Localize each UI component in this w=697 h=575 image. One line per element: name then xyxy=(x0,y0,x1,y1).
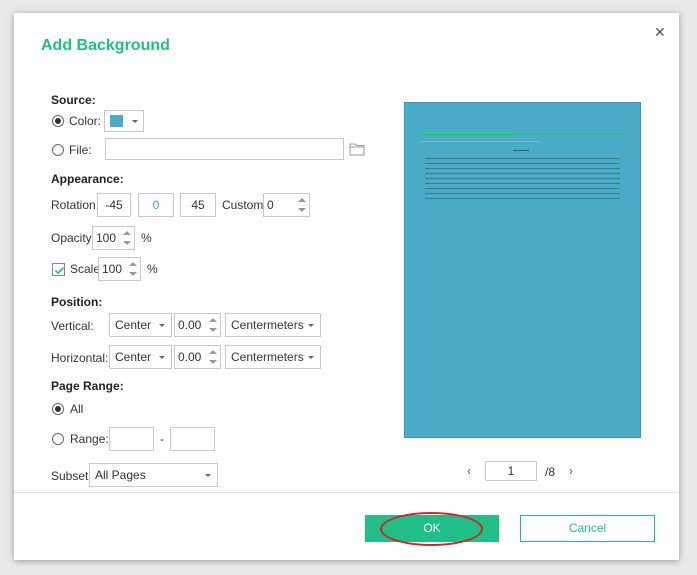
source-heading: Source: xyxy=(51,93,96,107)
page-preview xyxy=(404,102,641,438)
vertical-offset-value: 0.00 xyxy=(178,318,202,332)
page-range-range-radio[interactable] xyxy=(52,433,64,445)
vertical-align-select[interactable]: Center xyxy=(109,313,172,337)
page-range-all-radio[interactable] xyxy=(52,403,64,415)
horizontal-label: Horizontal: xyxy=(51,351,109,365)
scale-checkbox[interactable] xyxy=(52,263,65,276)
file-label: File: xyxy=(69,143,92,157)
close-icon[interactable]: ✕ xyxy=(654,24,666,41)
scale-unit: % xyxy=(147,262,158,276)
vertical-unit-value: Centermeters xyxy=(231,318,304,332)
opacity-stepper[interactable]: 100 xyxy=(92,226,135,250)
preview-text-mark xyxy=(513,150,529,151)
custom-label: Custom: xyxy=(222,198,267,212)
preview-text-mark xyxy=(425,173,620,174)
cancel-button[interactable]: Cancel xyxy=(520,515,655,542)
footer-divider xyxy=(14,492,679,493)
page-total: /8 xyxy=(545,465,556,479)
dialog-title: Add Background xyxy=(41,37,170,54)
folder-icon[interactable] xyxy=(349,142,365,156)
chevron-down-icon xyxy=(159,324,165,327)
preview-text-mark xyxy=(425,183,620,184)
page-range-range-label: Range: xyxy=(70,432,109,446)
chevron-down-icon xyxy=(308,324,314,327)
rotation-minus45-button[interactable]: -45 xyxy=(97,193,131,217)
range-to-input[interactable] xyxy=(170,427,215,451)
stepper-arrows-icon[interactable] xyxy=(208,316,218,334)
preview-text-mark xyxy=(425,188,620,189)
horizontal-align-select[interactable]: Center xyxy=(109,345,172,369)
chevron-right-icon[interactable]: › xyxy=(569,464,573,478)
file-radio[interactable] xyxy=(52,144,64,156)
subset-select[interactable]: All Pages xyxy=(89,463,218,487)
horizontal-offset-stepper[interactable]: 0.00 xyxy=(174,345,221,369)
preview-text-mark xyxy=(425,198,620,199)
scale-value: 100 xyxy=(102,262,123,276)
position-heading: Position: xyxy=(51,295,103,309)
preview-text-mark xyxy=(425,178,620,179)
preview-text-mark xyxy=(421,141,539,142)
opacity-unit: % xyxy=(141,231,152,245)
chevron-down-icon xyxy=(159,356,165,359)
vertical-offset-stepper[interactable]: 0.00 xyxy=(174,313,221,337)
custom-rotation-stepper[interactable]: 0 xyxy=(263,193,310,217)
vertical-align-value: Center xyxy=(115,318,152,332)
range-separator: - xyxy=(160,432,164,446)
range-from-input[interactable] xyxy=(109,427,154,451)
chevron-down-icon xyxy=(132,120,138,123)
chevron-left-icon[interactable]: ‹ xyxy=(467,464,471,478)
vertical-label: Vertical: xyxy=(51,319,94,333)
stepper-arrows-icon[interactable] xyxy=(122,229,132,247)
page-number-input[interactable]: 1 xyxy=(485,461,537,481)
appearance-heading: Appearance: xyxy=(51,172,124,186)
subset-label: Subset: xyxy=(51,469,92,483)
scale-stepper[interactable]: 100 xyxy=(98,257,141,281)
ok-button[interactable]: OK xyxy=(365,515,499,542)
color-swatch xyxy=(110,115,123,127)
rotation-45-button[interactable]: 45 xyxy=(180,193,216,217)
preview-text-mark xyxy=(425,163,620,164)
horizontal-unit-value: Centermeters xyxy=(231,350,304,364)
rotation-label: Rotation: xyxy=(51,198,100,212)
preview-text-mark xyxy=(425,168,620,169)
color-picker[interactable] xyxy=(104,110,144,132)
opacity-value: 100 xyxy=(96,231,117,245)
add-background-dialog: Add Background ✕ Source: Color: File: Ap… xyxy=(14,13,679,560)
color-label: Color: xyxy=(69,114,102,128)
horizontal-offset-value: 0.00 xyxy=(178,350,202,364)
page-range-heading: Page Range: xyxy=(51,379,124,393)
custom-rotation-value: 0 xyxy=(267,198,274,212)
preview-text-mark xyxy=(425,193,620,194)
subset-value: All Pages xyxy=(95,468,146,482)
file-path-input[interactable] xyxy=(105,138,344,160)
vertical-unit-select[interactable]: Centermeters xyxy=(225,313,321,337)
page-range-all-label: All xyxy=(70,402,84,416)
horizontal-align-value: Center xyxy=(115,350,152,364)
stepper-arrows-icon[interactable] xyxy=(297,196,307,214)
opacity-label: Opacity: xyxy=(51,231,96,245)
color-radio[interactable] xyxy=(52,115,64,127)
preview-heading-mark xyxy=(421,132,516,134)
preview-header-line xyxy=(421,134,625,135)
chevron-down-icon xyxy=(205,474,211,477)
stepper-arrows-icon[interactable] xyxy=(208,348,218,366)
checkmark-icon xyxy=(54,266,65,275)
preview-text-mark xyxy=(425,158,620,159)
rotation-0-button[interactable]: 0 xyxy=(138,193,174,217)
horizontal-unit-select[interactable]: Centermeters xyxy=(225,345,321,369)
chevron-down-icon xyxy=(308,356,314,359)
stepper-arrows-icon[interactable] xyxy=(128,260,138,278)
